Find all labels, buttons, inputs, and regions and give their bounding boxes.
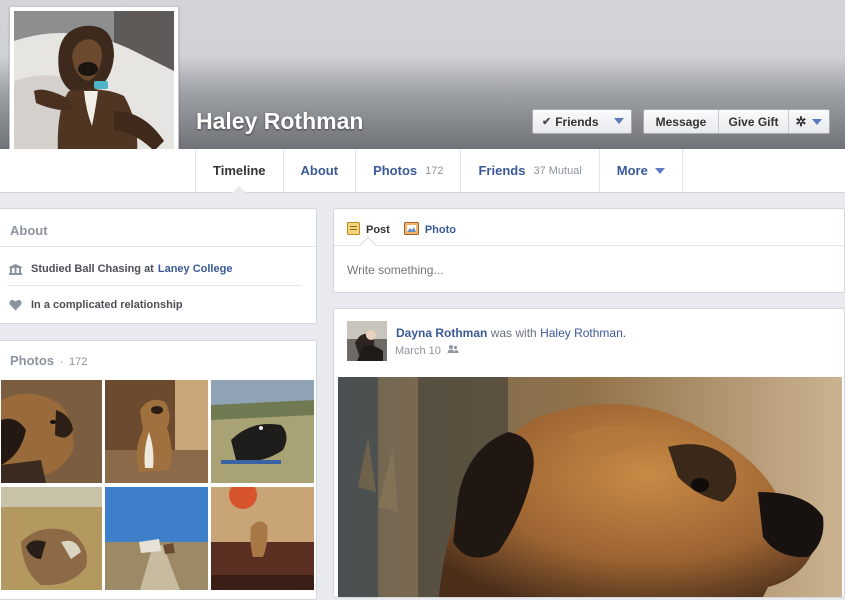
profile-picture-image [14, 11, 174, 171]
composer-tab-photo[interactable]: Photo [403, 222, 457, 238]
story-tagged-link[interactable]: Haley Rothman. [540, 326, 626, 340]
photo-thumbnail[interactable] [1, 487, 102, 590]
tab-friends[interactable]: Friends 37 Mutual [460, 149, 598, 192]
composer-input[interactable] [347, 263, 827, 277]
divider [7, 285, 302, 286]
tab-pointer [359, 236, 377, 254]
settings-menu-button[interactable]: ✲ [789, 110, 829, 133]
photos-title-label: Photos [10, 353, 55, 368]
school-icon [8, 262, 23, 275]
photos-separator: · [59, 356, 64, 368]
relationship-text: In a complicated relationship [31, 298, 183, 311]
tab-label: More [616, 163, 648, 178]
tab-label: Timeline [213, 163, 266, 178]
tab-count: 37 Mutual [533, 164, 582, 177]
tab-photos[interactable]: Photos 172 [355, 149, 460, 192]
chevron-down-icon [812, 118, 823, 125]
timeline-story: Dayna Rothman was with Haley Rothman. Ma… [333, 308, 845, 598]
tab-label: Friends [478, 163, 526, 178]
chevron-down-icon [654, 167, 665, 174]
about-title[interactable]: About [10, 223, 48, 238]
story-author-link[interactable]: Dayna Rothman [396, 326, 487, 340]
photo-icon [403, 222, 419, 238]
composer-tabs: Post Photo [347, 222, 456, 238]
gear-icon: ✲ [795, 113, 807, 129]
post-composer: Post Photo [333, 208, 845, 293]
photo-thumbnail[interactable] [1, 380, 102, 483]
about-relationship: In a complicated relationship [8, 298, 183, 311]
chevron-down-icon [614, 118, 624, 124]
profile-actions: Message Give Gift ✲ [643, 109, 830, 134]
story-header: Dayna Rothman was with Haley Rothman. [396, 326, 626, 340]
divider [0, 246, 316, 247]
avatar[interactable] [347, 321, 387, 361]
tab-more[interactable]: More [598, 149, 683, 192]
education-text: Studied Ball Chasing at [31, 262, 154, 275]
friends-audience-icon[interactable] [447, 344, 459, 357]
tab-about[interactable]: About [282, 149, 356, 192]
photos-box: Photos · 172 [0, 340, 317, 600]
composer-tab-label: Post [366, 224, 390, 236]
story-connector: was with [490, 326, 537, 340]
photo-thumbnail[interactable] [211, 487, 314, 590]
story-meta: March 10 [395, 344, 459, 357]
photo-thumbnail[interactable] [105, 380, 208, 483]
education-school-link[interactable]: Laney College [158, 263, 233, 275]
photos-title[interactable]: Photos · 172 [10, 353, 87, 368]
message-button[interactable]: Message [644, 110, 719, 133]
composer-tab-post[interactable]: Post [347, 222, 390, 238]
profile-tabs: Timeline About Photos 172 Friends 37 Mut… [195, 149, 683, 193]
photos-count: 172 [68, 356, 88, 368]
composer-tab-label: Photo [424, 224, 457, 236]
post-icon [347, 222, 360, 238]
story-date[interactable]: March 10 [395, 345, 441, 357]
check-icon: ✔ [542, 116, 552, 128]
profile-name[interactable]: Haley Rothman [196, 108, 363, 135]
friends-button[interactable]: ✔ Friends [532, 109, 632, 134]
friends-button-label: Friends [555, 114, 599, 129]
give-gift-button[interactable]: Give Gift [719, 110, 789, 133]
tab-timeline[interactable]: Timeline [195, 149, 283, 193]
about-box: About Studied Ball Chasing at Laney Coll… [0, 208, 317, 324]
profile-navbar: Timeline About Photos 172 Friends 37 Mut… [0, 149, 845, 193]
about-education: Studied Ball Chasing at Laney College [8, 262, 232, 275]
heart-icon [8, 298, 23, 311]
tab-label: About [300, 163, 339, 178]
tab-count: 172 [425, 164, 444, 177]
tab-label: Photos [373, 163, 418, 178]
divider [334, 245, 844, 246]
story-photo-image [338, 377, 842, 597]
photo-thumbnail[interactable] [105, 487, 208, 590]
photo-thumbnail[interactable] [211, 380, 314, 483]
story-photo[interactable] [338, 377, 842, 597]
